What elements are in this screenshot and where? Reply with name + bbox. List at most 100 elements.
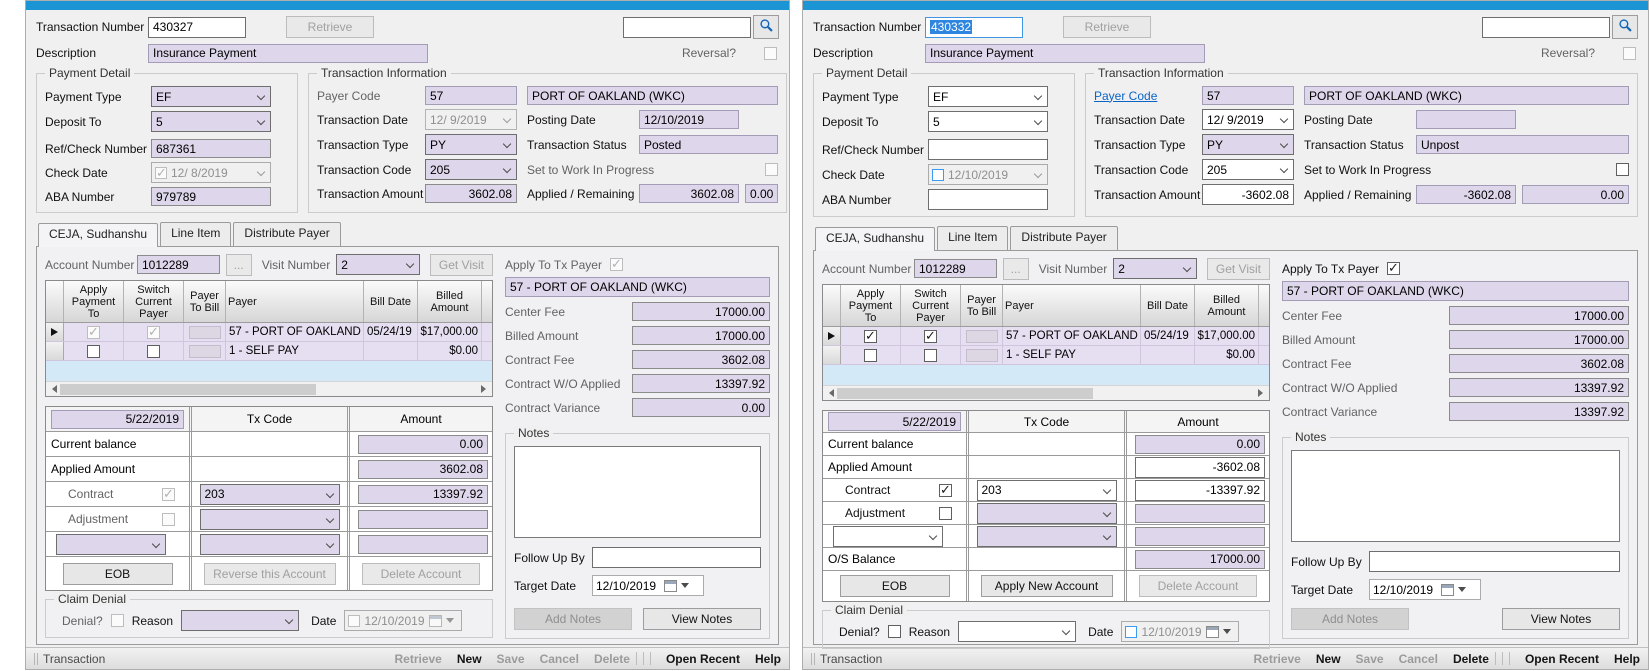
payer-code-link[interactable]: Payer Code [1094,89,1202,103]
grid-horizontal-scrollbar[interactable] [46,381,492,396]
applied-field: -3602.08 [1416,185,1516,204]
visit-number-select[interactable]: 2 [336,254,420,275]
scroll-left-icon[interactable] [48,385,57,393]
billed-amount-cell: $17,000.00 [1195,327,1259,345]
row-selector-arrow-icon [51,328,62,336]
statusbar-help[interactable]: Help [1614,652,1640,666]
scroll-left-icon[interactable] [825,389,834,397]
payer-name-field: PORT OF OAKLAND (WKC) [527,86,778,105]
check-date-picker[interactable]: 12/10/2019 [928,164,1048,185]
aba-number-input[interactable] [928,189,1048,210]
deposit-to-select[interactable]: 5 [928,111,1048,132]
payer-grid-row[interactable]: 57 - PORT OF OAKLAND (WK 05/24/19 $17,00… [823,327,1269,346]
tab-patient[interactable]: CEJA, Sudhanshu [815,227,935,251]
statusbar-open-recent[interactable]: Open Recent [666,652,740,666]
visit-number-select[interactable]: 2 [1113,258,1197,279]
applied-amount-input[interactable]: -3602.08 [1135,457,1265,478]
target-date-picker[interactable]: 12/10/2019 [1369,579,1481,600]
check-date-checkbox [155,167,167,179]
tab-line-item[interactable]: Line Item [160,222,231,246]
follow-up-by-input[interactable] [1369,551,1620,572]
extra-type-select[interactable] [56,534,166,555]
apply-payment-checkbox[interactable] [87,345,100,358]
payer-grid-row[interactable]: 1 - SELF PAY $0.00 [823,346,1269,365]
scrollbar-thumb[interactable] [60,384,316,395]
search-input[interactable] [1482,17,1610,38]
payment-type-select[interactable]: EF [928,86,1048,107]
transaction-date-picker[interactable]: 12/ 9/2019 [1202,109,1294,130]
tab-line-item[interactable]: Line Item [937,226,1008,250]
extra-tx-code-select[interactable] [977,526,1117,547]
follow-up-by-input[interactable] [592,547,761,568]
transaction-code-select[interactable]: 205 [425,159,517,180]
apply-payment-checkbox[interactable] [864,349,877,362]
target-date-picker[interactable]: 12/10/2019 [592,575,704,596]
denial-reason-select[interactable] [958,621,1076,642]
contract-fee-field: 3602.08 [1449,354,1629,373]
contract-amount-input[interactable]: -13397.92 [1135,480,1265,501]
notes-textarea[interactable] [1291,450,1620,542]
bill-date-cell: 05/24/19 [1141,327,1195,345]
statusbar-open-recent[interactable]: Open Recent [1525,652,1599,666]
transaction-number-input[interactable]: 430332 [925,17,1023,38]
claim-denial-group: Claim Denial Denial? Reason Date 12/10/2… [822,610,1270,649]
transaction-type-select[interactable]: PY [1202,134,1294,155]
denial-reason-select[interactable] [181,610,299,631]
extra-type-select[interactable] [833,526,943,547]
add-notes-button: Add Notes [1291,608,1409,630]
ref-check-number-input[interactable] [928,139,1048,160]
transaction-number-input[interactable]: 430327 [148,17,246,38]
apply-new-account-button[interactable]: Apply New Account [981,575,1113,597]
switch-payer-checkbox[interactable] [147,345,160,358]
transaction-amount-input[interactable]: -3602.08 [1202,184,1294,205]
contract-tx-code-select[interactable]: 203 [977,480,1117,501]
eob-button[interactable]: EOB [63,563,173,585]
tab-patient[interactable]: CEJA, Sudhanshu [38,223,158,247]
view-notes-button[interactable]: View Notes [1502,608,1620,630]
scroll-right-icon[interactable] [1258,389,1267,397]
scrollbar-thumb[interactable] [837,388,1093,399]
set-to-wip-checkbox[interactable] [1616,163,1629,176]
denial-date-picker[interactable]: 12/10/2019 [1121,621,1239,642]
check-date-checkbox[interactable] [932,169,944,181]
statusbar-new[interactable]: New [457,652,482,666]
statusbar-save: Save [1356,652,1384,666]
statusbar-help[interactable]: Help [755,652,781,666]
extra-tx-code-select[interactable] [200,534,340,555]
payer-grid-row[interactable]: 1 - SELF PAY $0.00 [46,342,492,361]
contract-tx-code-select[interactable]: 203 [200,484,340,505]
adjustment-checkbox[interactable] [939,507,952,520]
tab-distribute-payer[interactable]: Distribute Payer [1010,226,1117,250]
grid-horizontal-scrollbar[interactable] [823,385,1269,400]
statusbar-delete[interactable]: Delete [1453,652,1489,666]
deposit-to-select[interactable]: 5 [151,111,271,132]
denial-date-checkbox[interactable] [1125,626,1137,638]
contract-amount-field: 13397.92 [358,485,488,504]
switch-payer-checkbox[interactable] [924,349,937,362]
adjustment-tx-code-select[interactable] [977,503,1117,524]
eob-button[interactable]: EOB [840,575,950,597]
selected-payer-header: 57 - PORT OF OAKLAND (WKC) [505,277,770,297]
apply-payment-checkbox[interactable] [864,330,877,343]
view-notes-button[interactable]: View Notes [643,608,761,630]
denial-checkbox[interactable] [888,625,901,638]
transaction-information-group: Transaction Information Payer Code 57 PO… [1085,73,1638,217]
notes-textarea[interactable] [514,446,761,538]
payment-type-select[interactable]: EF [151,86,271,107]
search-input[interactable] [623,17,751,38]
contract-checkbox[interactable] [939,484,952,497]
payer-grid-row[interactable]: 57 - PORT OF OAKLAND (WK 05/24/19 $17,00… [46,323,492,342]
switch-payer-checkbox[interactable] [924,330,937,343]
apply-to-tx-payer-checkbox[interactable] [1387,262,1400,275]
tab-distribute-payer[interactable]: Distribute Payer [233,222,340,246]
search-button[interactable] [1612,15,1638,39]
chevron-down-icon [503,140,511,148]
transaction-code-select[interactable]: 205 [1202,159,1294,180]
adjustment-tx-code-select[interactable] [200,509,340,530]
scroll-right-icon[interactable] [481,385,490,393]
transaction-type-select[interactable]: PY [425,134,517,155]
status-bar: Transaction Retrieve New Save Cancel Del… [26,647,789,669]
statusbar-new[interactable]: New [1316,652,1341,666]
payer-to-bill-cell [966,330,998,343]
search-button[interactable] [753,15,779,39]
